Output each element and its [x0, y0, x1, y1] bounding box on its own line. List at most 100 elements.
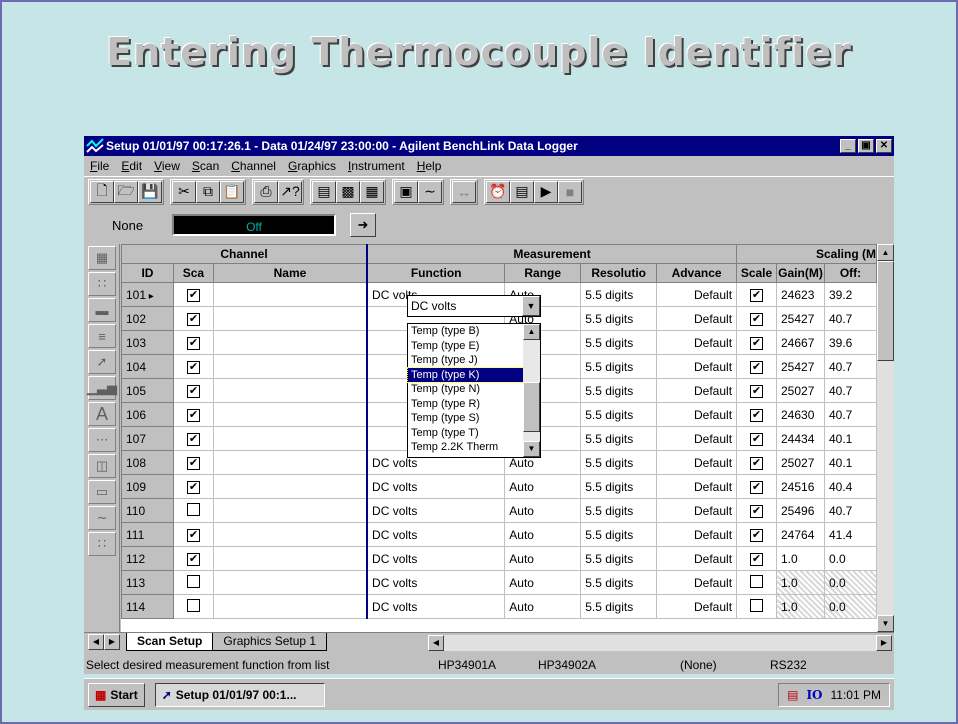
cell-scale[interactable]: ✔ — [736, 498, 777, 523]
scale-checkbox[interactable]: ✔ — [750, 433, 764, 446]
tab-graphics-setup-1[interactable]: Graphics Setup 1 — [212, 633, 328, 651]
cell-id[interactable]: 104 — [121, 354, 174, 379]
cell-resolution[interactable]: 5.5 digits — [580, 570, 658, 595]
cell-gain[interactable]: 1.0 — [776, 570, 825, 595]
scroll-left-icon[interactable]: ◀ — [428, 635, 444, 651]
link-icon[interactable]: ↔ — [452, 180, 476, 203]
cell-offset[interactable]: 40.1 — [823, 426, 877, 451]
cell-advance[interactable]: Default — [656, 330, 738, 355]
dropdown-option[interactable]: Temp (type K) — [407, 366, 525, 383]
cell-offset[interactable]: 40.7 — [823, 498, 877, 523]
table-row[interactable]: 110 DC volts Auto 5.5 digits Default ✔ 25496 40… — [121, 498, 877, 523]
cell-gain[interactable]: 25027 — [776, 378, 825, 403]
cell-gain[interactable]: 25496 — [776, 498, 825, 523]
cell-advance[interactable]: Default — [656, 474, 738, 499]
menu-instrument[interactable]: Instrument — [342, 159, 411, 173]
cell-id[interactable]: 107 — [121, 426, 174, 451]
cell-id[interactable]: 114 — [121, 594, 174, 619]
digital-icon[interactable]: ⋯ — [88, 428, 116, 452]
cell-scale[interactable]: ✔ — [736, 330, 777, 355]
io-icon[interactable]: IO — [806, 688, 822, 702]
cell-name[interactable] — [212, 522, 368, 547]
dropdown-option[interactable]: Temp (type N) — [408, 382, 524, 397]
cell-scan[interactable]: ✔ — [172, 330, 214, 355]
cell-resolution[interactable]: 5.5 digits — [580, 498, 658, 523]
scroll-up-icon[interactable]: ▲ — [523, 324, 540, 340]
network-icon[interactable]: ▤ — [787, 688, 798, 702]
scale-checkbox[interactable]: ✔ — [750, 361, 764, 374]
scale-checkbox[interactable]: ✔ — [750, 457, 764, 470]
histogram-icon[interactable]: ▁▃▅ — [87, 376, 117, 400]
scale-checkbox[interactable]: ✔ — [750, 529, 764, 542]
scan-checkbox[interactable]: ✔ — [186, 481, 200, 494]
cell-scale[interactable]: ✔ — [736, 402, 777, 427]
scan-checkbox[interactable] — [186, 502, 200, 516]
scroll-right-icon[interactable]: ▶ — [876, 635, 892, 651]
menu-view[interactable]: View — [148, 159, 186, 173]
cell-scale[interactable]: ✔ — [736, 426, 777, 451]
cell-name[interactable] — [212, 402, 368, 427]
scan-checkbox[interactable]: ✔ — [186, 553, 200, 566]
cell-name[interactable] — [212, 594, 368, 619]
menu-graphics[interactable]: Graphics — [282, 159, 342, 173]
dropdown-option[interactable]: Temp 2.2K Therm — [408, 440, 524, 455]
cell-resolution[interactable]: 5.5 digits — [580, 402, 658, 427]
cell-scan[interactable]: ✔ — [172, 450, 214, 475]
cell-resolution[interactable]: 5.5 digits — [580, 594, 658, 619]
cell-gain[interactable]: 25427 — [776, 306, 825, 331]
cell-offset[interactable]: 39.2 — [823, 282, 877, 307]
dropdown-option[interactable]: Temp (type T) — [408, 426, 524, 441]
cell-resolution[interactable]: 5.5 digits — [580, 330, 658, 355]
dropdown-option[interactable]: Temp (type S) — [408, 411, 524, 426]
dropdown-scroll-thumb[interactable] — [523, 382, 540, 432]
bar-icon[interactable]: ▬ — [88, 298, 116, 322]
cell-resolution[interactable]: 5.5 digits — [580, 546, 658, 571]
cell-name[interactable] — [212, 498, 368, 523]
cell-scan[interactable]: ✔ — [172, 282, 214, 307]
scale-checkbox[interactable] — [750, 574, 764, 588]
table-view-icon[interactable]: ▦ — [88, 246, 116, 270]
cell-gain[interactable]: 24764 — [776, 522, 825, 547]
cell-function[interactable]: DC volts — [366, 594, 506, 619]
cell-scan[interactable]: ✔ — [172, 306, 214, 331]
cell-range[interactable]: Auto — [504, 522, 582, 547]
col-function[interactable]: Function — [366, 263, 506, 283]
cell-offset[interactable]: 0.0 — [823, 594, 877, 619]
cell-resolution[interactable]: 5.5 digits — [580, 354, 658, 379]
cell-offset[interactable]: 41.4 — [823, 522, 877, 547]
cell-id[interactable]: 106 — [121, 402, 174, 427]
table-row[interactable]: 111 ✔ DC volts Auto 5.5 digits Default ✔ 24764 4… — [121, 522, 877, 547]
gauge-icon[interactable]: ▭ — [88, 480, 116, 504]
cell-scan[interactable]: ✔ — [172, 378, 214, 403]
graph-icon[interactable]: ➜ — [350, 213, 376, 237]
copy-icon[interactable]: ⧉ — [196, 180, 220, 203]
chevron-down-icon[interactable]: ▼ — [522, 296, 540, 316]
cell-scan[interactable]: ✔ — [172, 474, 214, 499]
dropdown-option[interactable]: Temp (type B) — [408, 324, 524, 339]
cell-resolution[interactable]: 5.5 digits — [580, 522, 658, 547]
text-icon[interactable]: A — [88, 402, 116, 426]
col-gain[interactable]: Gain(M) — [776, 263, 825, 283]
scan-checkbox[interactable]: ✔ — [186, 385, 200, 398]
cell-scale[interactable]: ✔ — [736, 354, 777, 379]
menu-scan[interactable]: Scan — [186, 159, 225, 173]
cell-gain[interactable]: 24434 — [776, 426, 825, 451]
cell-range[interactable]: Auto — [504, 474, 582, 499]
cell-advance[interactable]: Default — [656, 546, 738, 571]
col-id[interactable]: ID — [121, 263, 174, 283]
cell-gain[interactable]: 24667 — [776, 330, 825, 355]
cell-resolution[interactable]: 5.5 digits — [580, 426, 658, 451]
cell-resolution[interactable]: 5.5 digits — [580, 306, 658, 331]
help-pointer-icon[interactable]: ↗? — [278, 180, 302, 203]
cell-scale[interactable]: ✔ — [736, 306, 777, 331]
table-row[interactable]: 114 DC volts Auto 5.5 digits Default 1.0 0.0 — [121, 594, 877, 619]
cell-id[interactable]: 113 — [121, 570, 174, 595]
table-row[interactable]: 112 ✔ DC volts Auto 5.5 digits Default ✔ 1.0 0.0 — [121, 546, 877, 571]
col-advance[interactable]: Advance — [656, 263, 738, 283]
cell-scale[interactable] — [736, 594, 777, 619]
cell-name[interactable] — [212, 354, 368, 379]
cell-advance[interactable]: Default — [656, 498, 738, 523]
cell-name[interactable] — [212, 474, 368, 499]
cell-id[interactable]: 108 — [121, 450, 174, 475]
scroll-down-icon[interactable]: ▼ — [877, 615, 894, 632]
